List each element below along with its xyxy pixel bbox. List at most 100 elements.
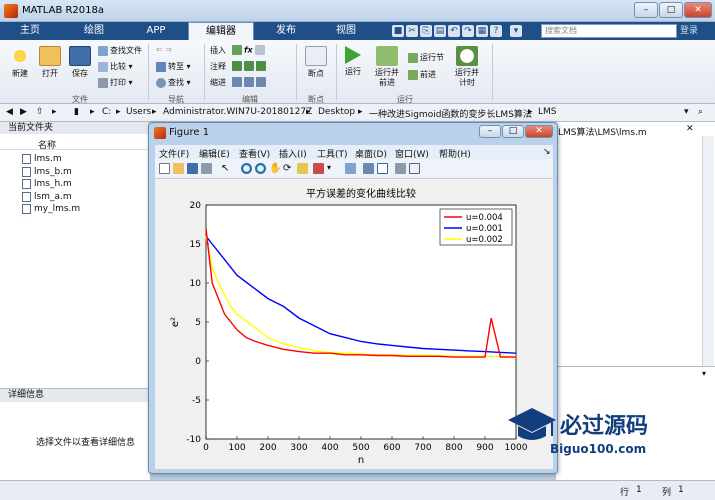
undo-icon[interactable]: ↶ — [448, 25, 460, 37]
save-button[interactable]: 保存 — [66, 46, 94, 79]
print-figure-icon[interactable] — [201, 163, 212, 174]
tab-plots[interactable]: 绘图 — [68, 22, 120, 40]
breadcrumb-item[interactable]: C: — [102, 107, 111, 117]
file-item[interactable]: my_lms.m — [34, 204, 80, 214]
status-bar: 行 1 列 1 — [0, 480, 715, 500]
details-header: 详细信息 — [0, 389, 150, 402]
dropdown-icon[interactable]: ▾ — [510, 25, 522, 37]
editor-panel[interactable]: LMS算法\LMS\lms.m ✕ — [556, 122, 715, 366]
run-section-button[interactable]: 运行节 — [408, 52, 444, 63]
help-icon[interactable]: ? — [490, 25, 502, 37]
root-folder-icon[interactable]: ▮ — [74, 107, 79, 117]
run-time-button[interactable]: 运行并计时 — [452, 46, 482, 88]
legend-icon[interactable] — [377, 163, 388, 174]
brush-icon[interactable] — [313, 163, 324, 174]
comment-button[interactable]: 注释 — [210, 61, 226, 72]
column-header[interactable]: 名称 — [0, 136, 150, 151]
breadcrumb-item[interactable]: 一种改进Sigmoid函数的变步长LMS算法 — [369, 107, 532, 120]
save-icon[interactable]: ■ — [392, 25, 404, 37]
find-files-button[interactable]: 查找文件 — [98, 45, 142, 56]
minimize-button[interactable]: – — [634, 2, 658, 18]
new-figure-icon[interactable] — [159, 163, 170, 174]
maximize-button[interactable]: □ — [659, 2, 683, 18]
up-folder-icon[interactable]: ⇧ — [36, 107, 44, 117]
plot-area[interactable]: 平方误差的变化曲线比较0 100 200 300 400 500 600 700 800 900 1… — [155, 179, 553, 469]
editor-scrollbar[interactable] — [702, 136, 714, 366]
open-button[interactable]: 打开 — [36, 46, 64, 79]
figure-canvas[interactable]: 平方误差的变化曲线比较 0 100 200 300 400 500 600 700 800 900 1… — [155, 179, 553, 469]
login-button[interactable]: 登录 — [680, 24, 710, 38]
indent-icons[interactable] — [232, 77, 268, 87]
link-plot-icon[interactable] — [345, 163, 356, 174]
search-input[interactable]: 搜索文档 — [541, 24, 677, 38]
x-tick-label: 500 — [352, 443, 369, 453]
save-figure-icon[interactable] — [187, 163, 198, 174]
indent-button[interactable]: 缩进 — [210, 77, 226, 88]
pan-icon[interactable]: ✋ — [269, 163, 281, 174]
advance-button[interactable]: 前进 — [408, 69, 436, 80]
show-tools-icon[interactable] — [409, 163, 420, 174]
new-button[interactable]: 新建 — [6, 46, 34, 79]
insert-dropdown-icon — [255, 45, 266, 55]
close-button[interactable]: ✕ — [684, 2, 712, 18]
layout-icon[interactable]: ▦ — [476, 25, 488, 37]
command-window-menu-icon[interactable]: ▾ — [702, 369, 714, 379]
redo-icon[interactable]: ↷ — [462, 25, 474, 37]
breadcrumb-item[interactable]: Administrator.WIN7U-20180127Z — [163, 107, 312, 117]
run-advance-button[interactable]: 运行并前进 — [372, 46, 402, 88]
copy-icon[interactable]: ⎘ — [420, 25, 432, 37]
data-cursor-icon[interactable] — [297, 163, 308, 174]
nav-back-icon[interactable]: ◀ — [6, 107, 13, 117]
colorbar-icon[interactable] — [363, 163, 374, 174]
close-editor-icon[interactable]: ✕ — [686, 124, 698, 134]
tab-publish[interactable]: 发布 — [260, 22, 312, 40]
breadcrumb-item[interactable]: Desktop — [318, 107, 355, 117]
open-file-icon[interactable] — [173, 163, 184, 174]
zoom-in-icon[interactable] — [241, 163, 252, 174]
find-button[interactable]: 查找 ▾ — [156, 77, 191, 88]
run-button[interactable]: 运行 — [340, 46, 366, 77]
hide-tools-icon[interactable] — [395, 163, 406, 174]
figure-minimize-button[interactable]: – — [479, 125, 501, 138]
advance-label: 前进 — [420, 70, 436, 79]
browse-icon[interactable]: ▸ — [52, 107, 57, 117]
breadcrumb-sep: ▸ — [152, 107, 157, 117]
back-forward-icons[interactable]: ⇐ ⇒ — [156, 45, 172, 54]
rotate-icon[interactable]: ⟳ — [283, 163, 294, 174]
insert-icons[interactable]: fx — [232, 45, 267, 55]
editor-tab[interactable]: LMS算法\LMS\lms.m — [558, 125, 647, 138]
pointer-icon[interactable]: ↖ — [221, 163, 232, 174]
print-button[interactable]: 打印 ▾ — [98, 77, 133, 88]
tab-apps[interactable]: APP — [130, 22, 182, 40]
search-folder-icon[interactable]: ⌕ — [698, 107, 703, 117]
zoom-out-icon[interactable] — [255, 163, 266, 174]
uncomment-icon — [244, 61, 254, 71]
tab-editor[interactable]: 编辑器 — [188, 22, 254, 40]
legend-label: u=0.001 — [466, 224, 503, 234]
brush-dropdown-icon[interactable]: ▾ — [327, 163, 338, 174]
goto-button[interactable]: 转至 ▾ — [156, 61, 191, 72]
divider — [296, 44, 297, 100]
nav-forward-icon[interactable]: ▶ — [20, 107, 27, 117]
paste-icon[interactable]: ▤ — [434, 25, 446, 37]
figure-maximize-button[interactable]: □ — [502, 125, 524, 138]
figure-close-button[interactable]: ✕ — [525, 125, 553, 138]
file-item[interactable]: lms_h.m — [34, 179, 72, 189]
file-item[interactable]: lms_b.m — [34, 167, 72, 177]
breadcrumb-item[interactable]: Users — [126, 107, 151, 117]
tab-view[interactable]: 视图 — [320, 22, 372, 40]
insert-button[interactable]: 插入 — [210, 45, 226, 56]
breadcrumb-item[interactable]: LMS — [538, 107, 557, 117]
cut-icon[interactable]: ✂ — [406, 25, 418, 37]
comment-icons[interactable] — [232, 61, 268, 71]
address-dropdown-icon[interactable]: ▾ — [684, 107, 689, 117]
file-item[interactable]: lms.m — [34, 154, 62, 164]
m-file-icon — [22, 204, 31, 214]
breakpoints-button[interactable]: 断点 — [302, 46, 330, 79]
compare-button[interactable]: 比较 ▾ — [98, 61, 133, 72]
goto-label: 转至 — [168, 62, 184, 71]
menu-dock-icon[interactable]: ↘ — [543, 147, 551, 157]
file-item[interactable]: lsm_a.m — [34, 192, 72, 202]
x-tick-label: 800 — [445, 443, 462, 453]
tab-home[interactable]: 主页 — [4, 22, 56, 40]
